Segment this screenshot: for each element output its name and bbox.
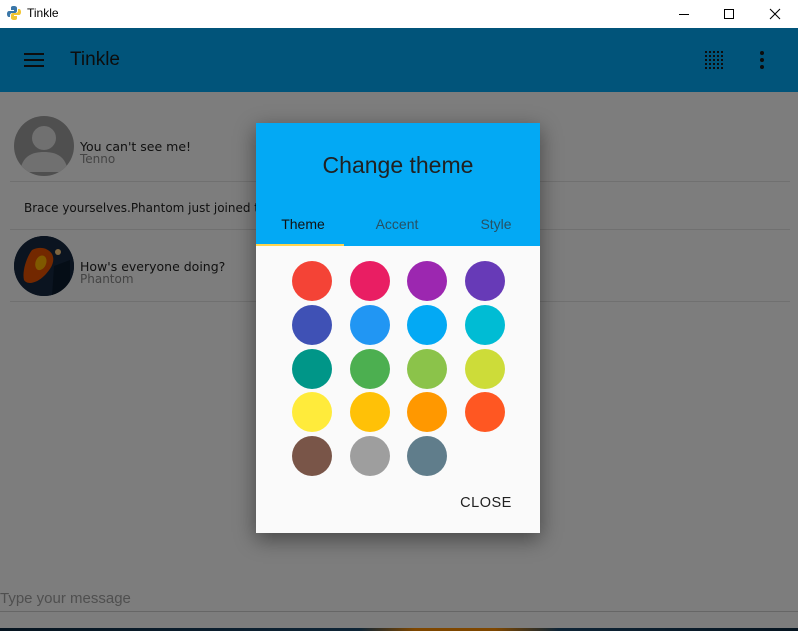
close-icon (769, 8, 781, 20)
color-swatch[interactable] (292, 304, 332, 345)
maximize-button[interactable] (706, 0, 752, 28)
color-swatch[interactable] (407, 348, 447, 389)
color-swatch[interactable] (349, 436, 390, 477)
python-icon (7, 6, 21, 20)
color-swatch[interactable] (292, 261, 332, 301)
window-title: Tinkle (27, 6, 59, 20)
color-swatch[interactable] (464, 392, 505, 433)
tab-indicator (256, 244, 344, 246)
dialog-header: Change theme Theme Accent Style (256, 123, 540, 246)
close-button[interactable]: CLOSE (456, 495, 516, 511)
color-swatch[interactable] (464, 304, 505, 345)
close-window-button[interactable] (752, 0, 798, 28)
color-swatch[interactable] (407, 261, 447, 301)
color-swatch[interactable] (407, 304, 447, 345)
color-swatch[interactable] (349, 261, 390, 301)
tab-theme[interactable]: Theme (256, 216, 350, 232)
window-titlebar: Tinkle (0, 0, 798, 28)
color-swatch[interactable] (349, 348, 390, 389)
color-swatch[interactable] (292, 436, 332, 477)
tab-style[interactable]: Style (449, 216, 543, 232)
minimize-button[interactable] (661, 0, 707, 28)
color-swatch[interactable] (407, 392, 447, 433)
minimize-icon (679, 14, 689, 15)
color-swatch[interactable] (292, 348, 332, 389)
dialog-title: Change theme (322, 152, 474, 178)
color-swatch[interactable] (349, 304, 390, 345)
color-swatch[interactable] (464, 348, 505, 389)
tab-accent[interactable]: Accent (350, 216, 444, 232)
color-swatch[interactable] (407, 436, 447, 477)
maximize-icon (724, 9, 734, 19)
theme-dialog: Change theme Theme Accent Style CLOSE (256, 123, 540, 533)
color-swatch[interactable] (349, 392, 390, 433)
color-swatch[interactable] (464, 261, 505, 301)
color-swatch[interactable] (292, 392, 332, 433)
